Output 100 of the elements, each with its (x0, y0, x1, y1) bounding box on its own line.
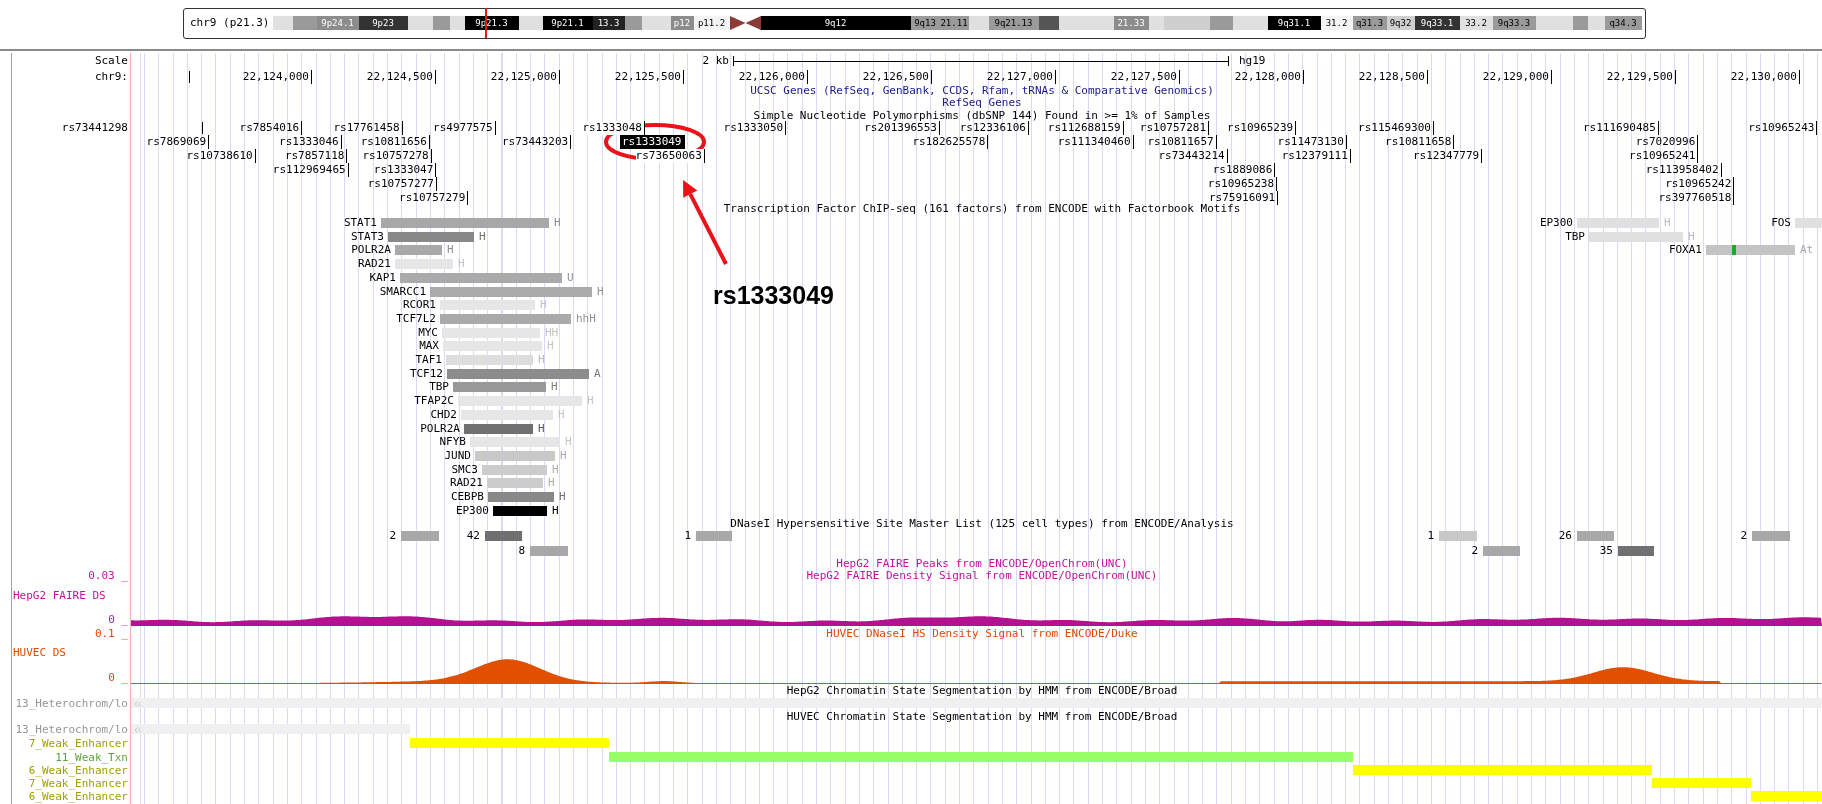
factor-label[interactable]: KAP1 (369, 270, 396, 285)
factor-label[interactable]: FOS (1771, 216, 1791, 230)
snp-label[interactable]: rs115469300 (1358, 121, 1434, 135)
snp-label[interactable]: rs112969465 (272, 163, 349, 177)
factor-label[interactable]: TBP (1565, 229, 1585, 244)
cluster-bar[interactable] (485, 531, 522, 541)
factor-label[interactable]: CHD2 (430, 407, 457, 422)
track-title[interactable]: HUVEC Chromatin State Segmentation by HMM from ENCODE/Broad (786, 710, 1178, 724)
factor-label[interactable]: STAT1 (343, 216, 377, 230)
factor-label[interactable]: RAD21 (449, 476, 483, 491)
snp-label[interactable]: rs10757277 (367, 177, 437, 191)
track-title[interactable]: HepG2 FAIRE Peaks from ENCODE/OpenChrom(UNC) (836, 557, 1128, 571)
factor-label[interactable]: RCOR1 (402, 298, 436, 313)
state-segment[interactable] (1652, 778, 1751, 788)
factor-label[interactable]: NFYB (439, 435, 466, 450)
factor-label[interactable]: TCF12 (409, 366, 443, 381)
snp-label[interactable]: rs113958402 (1645, 163, 1722, 177)
state-segment[interactable] (1751, 791, 1822, 801)
snp-label[interactable]: rs10757281 (1139, 121, 1210, 135)
snp-label[interactable]: rs1333048 (582, 121, 645, 135)
snp-label[interactable]: rs73441298 (61, 121, 128, 135)
snp-label[interactable]: rs7857118 (284, 149, 348, 163)
factor-label[interactable]: MAX (419, 339, 439, 354)
state-segment[interactable] (131, 724, 410, 734)
cluster-bar[interactable] (1577, 531, 1614, 541)
snp-label[interactable]: rs1889086 (1212, 163, 1276, 177)
snp-label[interactable]: rs12336106 (959, 121, 1029, 135)
snp-label[interactable]: rs1333046 (279, 135, 342, 149)
snp-label[interactable]: rs10965243 (1748, 121, 1818, 135)
snp-label[interactable]: rs7869069 (146, 135, 210, 149)
factor-label[interactable]: RAD21 (357, 257, 391, 272)
snp-label[interactable]: rs111690485 (1582, 121, 1659, 135)
cluster-bar[interactable] (530, 546, 568, 556)
state-segment[interactable] (609, 752, 1353, 762)
factor-label[interactable]: POLR2A (351, 243, 391, 258)
snp-label[interactable]: rs1333047 (373, 163, 437, 177)
track-title[interactable]: HepG2 Chromatin State Segmentation by HMM from ENCODE/Broad (786, 684, 1178, 698)
factor-label[interactable]: TBP (429, 380, 449, 395)
state-segment[interactable] (1353, 765, 1652, 775)
track-title[interactable]: DNaseI Hypersensitive Site Master List (125 cell types) from ENCODE/Analysis (730, 517, 1234, 531)
snp-label[interactable]: rs7020996 (1635, 135, 1699, 149)
track-title[interactable]: HepG2 FAIRE Density Signal from ENCODE/OpenChrom(UNC) (806, 569, 1158, 583)
snp-label[interactable]: rs17761458 (333, 121, 403, 135)
factor-label[interactable]: JUND (444, 448, 471, 463)
factor-bar[interactable] (493, 505, 547, 516)
factor-label[interactable]: TCF7L2 (396, 311, 436, 326)
factor-label[interactable]: EP300 (455, 503, 489, 518)
snp-label[interactable]: rs1333049 (619, 135, 685, 149)
snp-label[interactable]: rs10811658 (1385, 135, 1455, 149)
snp-label[interactable]: rs10811657 (1147, 135, 1217, 149)
cluster-bar[interactable] (1618, 546, 1654, 556)
snp-label[interactable]: rs10757279 (399, 191, 469, 205)
ruler-tick-label: 22,128,500 (1358, 70, 1428, 84)
snp-label[interactable]: rs73443203 (501, 135, 572, 149)
factor-label[interactable]: EP300 (1539, 216, 1573, 230)
cluster-bar[interactable] (401, 531, 439, 541)
snp-label[interactable]: rs182625578 (912, 135, 989, 149)
factor-label[interactable]: SMARCC1 (379, 284, 426, 299)
cell-type-code: A (594, 366, 601, 381)
state-segment[interactable] (410, 738, 609, 748)
cluster-bar[interactable] (1752, 531, 1790, 541)
cluster-bar[interactable] (1439, 531, 1477, 541)
snp-label[interactable]: rs10738610 (186, 149, 256, 163)
snp-label[interactable]: rs111340460 (1057, 135, 1134, 149)
cluster-bar[interactable] (696, 531, 732, 541)
snp-label[interactable]: rs397760518 (1658, 191, 1735, 205)
snp-label[interactable]: rs10965238 (1207, 177, 1278, 191)
track-title[interactable]: Transcription Factor ChIP-seq (161 factors) from ENCODE with Factorbook Motifs (723, 202, 1241, 216)
cell-type-code: At (1800, 243, 1814, 258)
snp-label[interactable]: rs75916091 (1209, 191, 1279, 205)
snp-label[interactable]: rs11473130 (1277, 135, 1347, 149)
snp-label[interactable]: rs10757278 (362, 149, 432, 163)
factor-label[interactable]: FOXA1 (1668, 243, 1702, 258)
track-title[interactable]: HUVEC DNaseI HS Density Signal from ENCODE/Duke (826, 627, 1138, 641)
track-title[interactable]: RefSeq Genes (942, 96, 1022, 110)
factor-label[interactable]: CEBPB (450, 490, 484, 504)
factor-label[interactable]: TFAP2C (414, 394, 454, 409)
factor-label[interactable]: TAF1 (415, 353, 442, 367)
snp-label[interactable]: rs4977575 (433, 121, 496, 135)
snp-label[interactable]: rs73650063 (635, 149, 705, 163)
snp-label[interactable]: rs10965241 (1629, 149, 1699, 163)
snp-label[interactable]: rs10965242 (1665, 177, 1735, 191)
cluster-bar[interactable] (1483, 546, 1520, 556)
snp-label[interactable]: rs73443214 (1158, 149, 1228, 163)
factor-label[interactable]: POLR2A (420, 421, 460, 436)
snp-label[interactable]: rs112688159 (1047, 121, 1124, 135)
track-title[interactable]: UCSC Genes (RefSeq, GenBank, CCDS, Rfam, tRNAs & Comparative Genomics) (750, 84, 1214, 98)
snp-label[interactable]: rs12379111 (1281, 149, 1351, 163)
state-label: 13_Heterochrom/lo (15, 697, 128, 711)
snp-label[interactable]: rs7854016 (239, 121, 303, 135)
factor-label[interactable]: SMC3 (451, 462, 478, 477)
state-segment[interactable] (131, 698, 1822, 708)
snp-label[interactable]: rs201396553 (864, 121, 940, 135)
factor-label[interactable]: MYC (418, 325, 438, 340)
snp-label[interactable]: rs10965239 (1227, 121, 1297, 135)
snp-label[interactable]: rs10811656 (360, 135, 430, 149)
factor-label[interactable]: STAT3 (350, 229, 384, 244)
track-title[interactable]: Simple Nucleotide Polymorphisms (dbSNP 144) Found in >= 1% of Samples (753, 109, 1211, 123)
snp-label[interactable]: rs1333050 (723, 121, 787, 135)
snp-label[interactable]: rs12347779 (1412, 149, 1483, 163)
